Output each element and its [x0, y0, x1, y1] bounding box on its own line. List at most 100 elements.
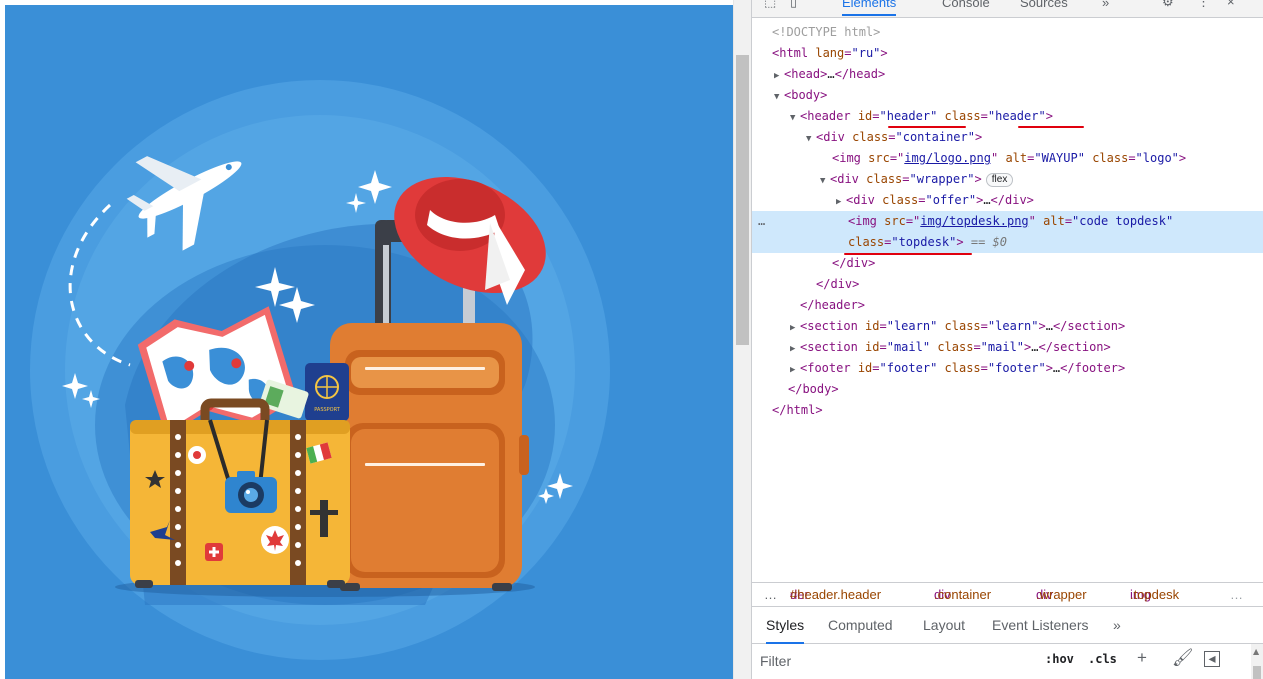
page-scrollbar-thumb[interactable] — [736, 55, 749, 345]
devtools-panel: ⬚ ▯ Elements Console Sources » ⚙ ⋮ × <!D… — [751, 0, 1263, 679]
attr-value: "container" — [895, 130, 975, 144]
annotation-underline — [844, 253, 972, 255]
styles-scrollbar-thumb[interactable] — [1253, 666, 1261, 679]
styles-scrollbar[interactable]: ▲ — [1251, 644, 1263, 679]
inspect-element-icon[interactable]: ⬚ — [764, 0, 776, 10]
new-style-rule-button[interactable]: + — [1137, 648, 1147, 668]
tag-open: <head> — [784, 67, 828, 81]
tab-styles[interactable]: Styles — [766, 607, 805, 644]
dom-node-wrapper[interactable]: ▼ <div class="wrapper"> flex — [752, 169, 1263, 190]
attr-name: src — [884, 214, 906, 228]
passport-icon: PASSPORT — [305, 363, 349, 421]
more-vert-icon[interactable]: ⋮ — [1197, 0, 1210, 10]
dom-node-close-html[interactable]: </html> — [752, 400, 1263, 421]
attr-name: class — [848, 235, 885, 249]
flex-badge[interactable]: flex — [985, 172, 1014, 187]
breadcrumb-trail-ellipsis[interactable]: … — [1230, 583, 1243, 606]
tag-end: </body> — [788, 382, 839, 396]
attr-name: class — [937, 340, 974, 354]
breadcrumb: … der #header.header div .container div .wr… — [752, 582, 1263, 606]
expand-triangle-icon[interactable]: ▶ — [790, 318, 800, 339]
tag-open: <html — [772, 46, 809, 60]
expand-triangle-icon[interactable]: ▶ — [790, 360, 800, 381]
collapsed-ellipsis[interactable]: … — [1031, 340, 1038, 354]
node-actions-ellipsis[interactable]: … — [758, 211, 765, 232]
tag-close: > — [974, 130, 983, 144]
tag-open: <section — [800, 340, 858, 354]
close-icon[interactable]: × — [1227, 0, 1235, 9]
expand-triangle-icon[interactable]: ▶ — [836, 192, 846, 213]
expand-triangle-icon[interactable]: ▶ — [790, 339, 800, 360]
dom-node-container[interactable]: ▼ <div class="container"> — [752, 127, 1263, 148]
dom-node-close-body[interactable]: </body> — [752, 379, 1263, 400]
styles-pane-tabs: Styles Computed Layout Event Listeners » — [752, 606, 1263, 644]
dom-node-close-container[interactable]: </div> — [752, 274, 1263, 295]
collapse-triangle-icon[interactable]: ▼ — [806, 129, 816, 150]
tag-close: > — [1178, 151, 1187, 165]
attr-value: "learn" — [886, 319, 938, 333]
src-link[interactable]: img/logo.png — [904, 151, 991, 165]
attr-value: "ru" — [851, 46, 881, 60]
dom-node-offer[interactable]: ▶ <div class="offer">…</div> — [752, 190, 1263, 211]
tab-layout[interactable]: Layout — [923, 607, 965, 644]
expand-triangle-icon[interactable]: ▶ — [774, 66, 784, 87]
tag-end: </div> — [816, 277, 860, 291]
styles-filter-input[interactable] — [760, 651, 1030, 671]
tag-end: </div> — [832, 256, 876, 270]
tag-open: <footer — [800, 361, 851, 375]
dom-node-img-logo[interactable]: <img src="img/logo.png" alt="WAYUP" clas… — [752, 148, 1263, 169]
annotation-underline — [888, 126, 966, 128]
attr-value: "footer" — [879, 361, 938, 375]
dom-node-section-mail[interactable]: ▶ <section id="mail" class="mail">…</sect… — [752, 337, 1263, 358]
collapse-triangle-icon[interactable]: ▼ — [774, 87, 784, 108]
collapsed-ellipsis[interactable]: … — [983, 193, 990, 207]
collapse-triangle-icon[interactable]: ▼ — [820, 171, 830, 192]
page-scrollbar[interactable] — [733, 0, 751, 679]
collapsed-ellipsis[interactable]: … — [1046, 319, 1053, 333]
device-toolbar-icon[interactable]: ▯ — [790, 0, 797, 10]
tab-sources[interactable]: Sources — [1020, 0, 1068, 16]
attr-value: "wrapper" — [909, 172, 975, 186]
crumb-class: .topdesk — [1130, 587, 1180, 602]
tag-close: > — [1045, 361, 1053, 375]
tabs-overflow-chevron[interactable]: » — [1102, 0, 1109, 16]
dom-node-header[interactable]: ▼ <header id="header" class="header"> — [752, 106, 1263, 127]
toggle-sidebar-icon[interactable]: ◂ — [1204, 651, 1220, 667]
attr-name: class — [944, 109, 981, 123]
tag-open: <div — [846, 193, 875, 207]
dom-node-close-wrapper[interactable]: </div> — [752, 253, 1263, 274]
styles-tabs-overflow-chevron[interactable]: » — [1113, 607, 1121, 644]
dom-node-body[interactable]: ▼ <body> — [752, 85, 1263, 106]
dom-node-html[interactable]: <html lang="ru"> — [752, 43, 1263, 64]
tag-open: <div — [816, 130, 845, 144]
styles-filter-bar: :hov .cls + 🖌 ◂ — [752, 644, 1263, 679]
scroll-up-arrow-icon[interactable]: ▲ — [1253, 647, 1259, 656]
dom-node-img-topdesk[interactable]: … <img src="img/topdesk.png" alt="code t… — [752, 211, 1263, 253]
paint-brush-icon[interactable]: 🖌 — [1172, 648, 1194, 668]
attr-name: id — [857, 109, 873, 123]
hover-state-toggle[interactable]: :hov — [1045, 652, 1074, 666]
tab-console[interactable]: Console — [942, 0, 990, 16]
attr-value: "WAYUP" — [1034, 151, 1085, 165]
attr-name: class — [1092, 151, 1129, 165]
class-toggle[interactable]: .cls — [1088, 652, 1117, 666]
settings-icon[interactable]: ⚙ — [1162, 0, 1174, 10]
dom-node-head[interactable]: ▶ <head>…</head> — [752, 64, 1263, 85]
breadcrumb-lead-ellipsis[interactable]: … — [764, 583, 777, 606]
src-link[interactable]: img/topdesk.png — [920, 214, 1028, 228]
tab-computed[interactable]: Computed — [828, 607, 893, 644]
dom-node-close-header[interactable]: </header> — [752, 295, 1263, 316]
collapsed-ellipsis[interactable]: … — [827, 67, 834, 81]
collapse-triangle-icon[interactable]: ▼ — [790, 108, 800, 129]
attr-name: id — [857, 361, 873, 375]
dom-node-footer[interactable]: ▶ <footer id="footer" class="footer">…</f… — [752, 358, 1263, 379]
tab-elements[interactable]: Elements — [842, 0, 897, 16]
dom-node-section-learn[interactable]: ▶ <section id="learn" class="learn">…</se… — [752, 316, 1263, 337]
attr-value: "offer" — [925, 193, 977, 207]
tag-open: <header — [800, 109, 851, 123]
attr-name: id — [865, 340, 880, 354]
attr-name: class — [944, 319, 981, 333]
dom-node-doctype[interactable]: <!DOCTYPE html> — [752, 22, 1263, 43]
tab-event-listeners[interactable]: Event Listeners — [992, 607, 1089, 644]
tag-open: <img — [848, 214, 877, 228]
